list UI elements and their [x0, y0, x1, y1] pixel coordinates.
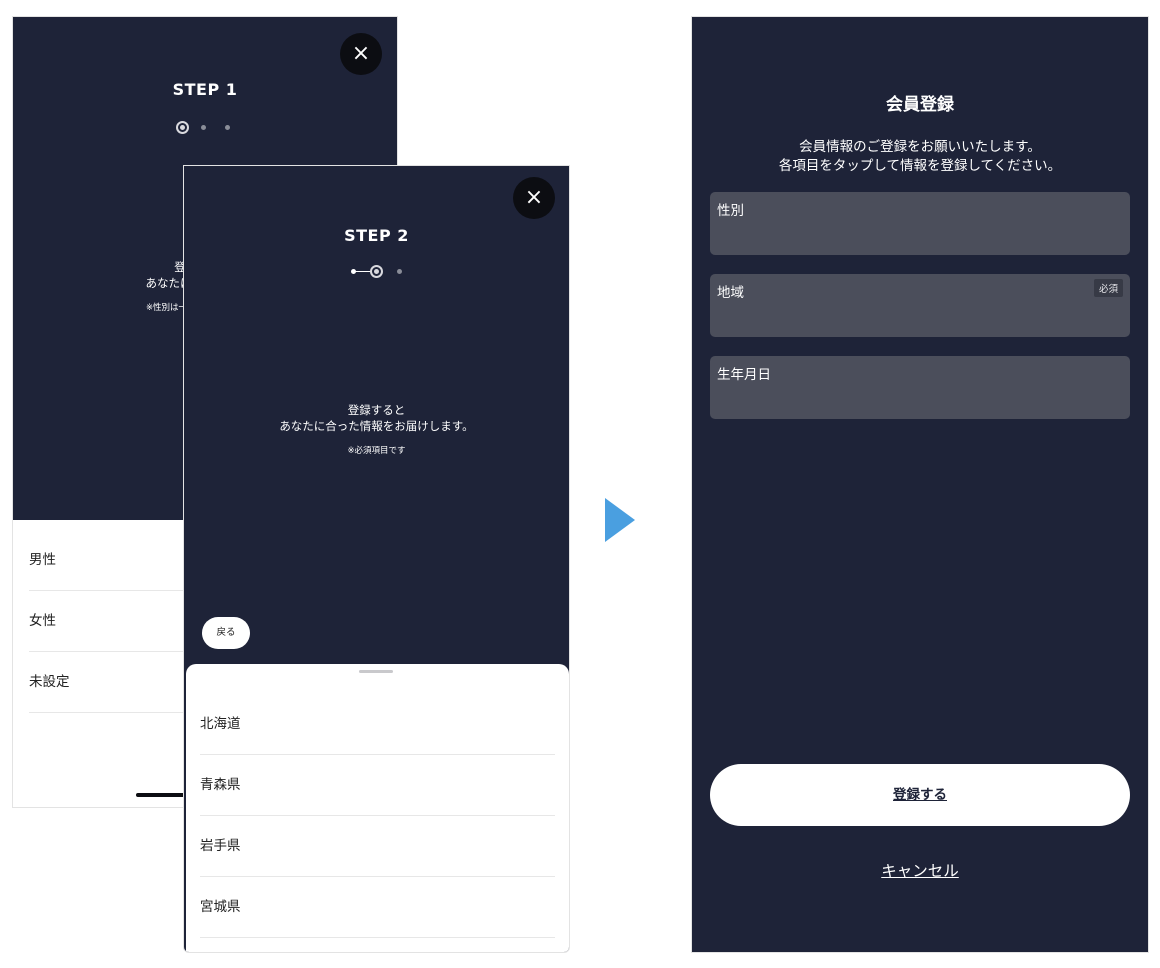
prefecture-sheet: 北海道 青森県 岩手県 宮城県 [186, 664, 569, 952]
step-indicator-dot-2 [201, 125, 206, 130]
close-icon[interactable]: × [513, 177, 555, 219]
step-indicator-dot-3 [397, 269, 402, 274]
prefecture-option[interactable]: 宮城県 [200, 877, 555, 938]
step2-info-line1: 登録すると [347, 403, 406, 417]
birthdate-field-label: 生年月日 [717, 367, 771, 383]
close-icon[interactable]: × [340, 33, 382, 75]
prefecture-option[interactable]: 青森県 [200, 755, 555, 816]
prefecture-option[interactable]: 北海道 [200, 694, 555, 755]
required-badge: 必須 [1093, 279, 1123, 297]
gender-field-label: 性別 [717, 203, 744, 219]
step2-title: STEP 2 [344, 226, 409, 245]
cancel-link[interactable]: キャンセル [692, 859, 1148, 881]
gender-field[interactable]: 性別 [710, 192, 1130, 255]
sheet-handle[interactable] [359, 670, 393, 673]
step-indicator-dot-2 [370, 265, 383, 278]
region-field-label: 地域 [717, 285, 744, 301]
step-indicator-dot-3 [225, 125, 230, 130]
registration-desc-line1: 会員情報のご登録をお願いいたします。 [799, 139, 1041, 155]
back-button[interactable]: 戻る [202, 617, 250, 649]
step2-note: ※必須項目です [347, 446, 406, 456]
step1-title: STEP 1 [172, 80, 238, 99]
page-title: 会員登録 [886, 95, 954, 115]
region-field[interactable]: 地域 必須 [710, 274, 1130, 337]
arrow-right-icon [605, 498, 635, 542]
step2-info-line2: あなたに合った情報をお届けします。 [279, 419, 474, 433]
registration-screen: 会員登録 会員情報のご登録をお願いいたします。 各項目をタップして情報を登録して… [691, 16, 1149, 953]
registration-desc-line2: 各項目をタップして情報を登録してください。 [778, 158, 1062, 174]
step-indicator-dot-1 [176, 121, 189, 134]
birthdate-field[interactable]: 生年月日 [710, 356, 1130, 419]
prefecture-option[interactable]: 岩手県 [200, 816, 555, 877]
register-button[interactable]: 登録する [710, 764, 1130, 826]
step2-screen: × STEP 2 登録すると あなたに合った情報をお届けします。 ※必須項目です… [183, 165, 570, 953]
